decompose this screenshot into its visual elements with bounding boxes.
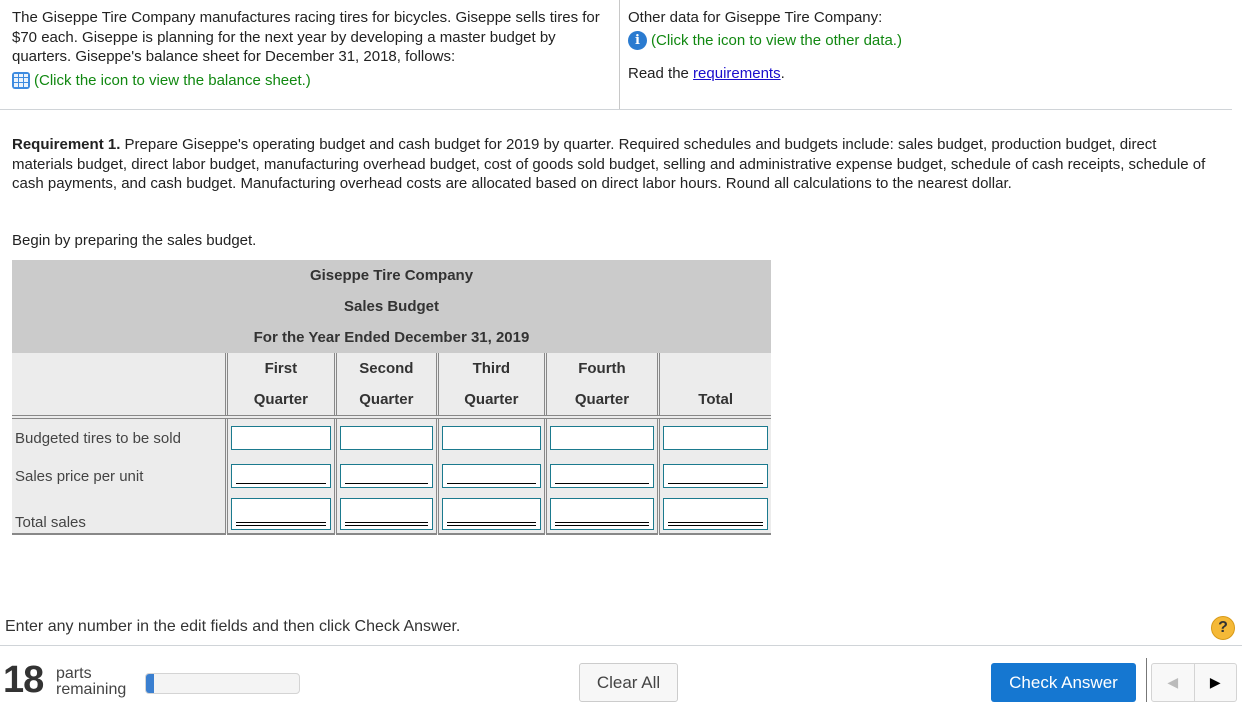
price-q1-input[interactable]	[231, 464, 331, 488]
intro-text: The Giseppe Tire Company manufactures ra…	[12, 9, 600, 65]
col-header-q3: Quarter	[436, 384, 546, 419]
footer-divider	[0, 645, 1242, 646]
table-grid-icon[interactable]	[12, 71, 30, 89]
read-prefix: Read the	[628, 65, 694, 82]
price-total-input[interactable]	[663, 464, 768, 488]
sales-q1-input[interactable]	[231, 498, 331, 530]
sales-q3-input[interactable]	[442, 498, 541, 530]
price-q4-input[interactable]	[549, 464, 655, 488]
help-icon[interactable]: ?	[1211, 616, 1235, 640]
table-row-tires: Budgeted tires to be sold	[12, 417, 771, 457]
table-row-total-sales: Total sales	[12, 495, 771, 535]
header-blank	[12, 353, 227, 384]
parts-label-line2: remaining	[56, 681, 127, 698]
col-header-q1-line1: First	[225, 353, 336, 384]
requirement-text: Requirement 1. Prepare Giseppe's operati…	[12, 135, 1212, 194]
footer-instruction: Enter any number in the edit fields and …	[5, 618, 461, 635]
other-data-panel: Other data for Giseppe Tire Company: i (…	[628, 8, 1228, 84]
check-answer-button[interactable]: Check Answer	[991, 663, 1136, 702]
requirement-body: Prepare Giseppe's operating budget and c…	[12, 136, 1206, 192]
tires-q2-input[interactable]	[339, 426, 434, 450]
row-label: Sales price per unit	[12, 457, 227, 495]
header-blank	[12, 384, 227, 419]
read-requirements: Read the requirements.	[628, 64, 1228, 84]
col-header-q2: Quarter	[333, 384, 438, 419]
begin-instruction: Begin by preparing the sales budget.	[12, 232, 257, 249]
question-nav: ◀ ▶	[1151, 663, 1237, 702]
other-data-title: Other data for Giseppe Tire Company:	[628, 9, 883, 26]
parts-label-line1: parts	[56, 665, 92, 682]
col-header-q3-line1: Third	[436, 353, 546, 384]
col-header-q4-line1: Fourth	[543, 353, 659, 384]
parts-remaining-label: parts remaining	[56, 666, 126, 698]
problem-header: The Giseppe Tire Company manufactures ra…	[0, 0, 1232, 110]
tires-total-input[interactable]	[663, 426, 768, 450]
parts-remaining-count: 18	[3, 659, 44, 701]
col-header-total: Total	[657, 384, 771, 419]
col-header-total-line1	[657, 353, 771, 384]
nav-separator	[1146, 658, 1147, 702]
other-data-link[interactable]: i (Click the icon to view the other data…	[628, 30, 1228, 51]
clear-all-button[interactable]: Clear All	[579, 663, 678, 702]
table-row-price: Sales price per unit	[12, 457, 771, 495]
progress-fill	[146, 674, 154, 693]
balance-sheet-link[interactable]: (Click the icon to view the balance shee…	[12, 71, 602, 91]
balance-sheet-link-text: (Click the icon to view the balance shee…	[34, 71, 311, 89]
col-header-q4: Quarter	[543, 384, 659, 419]
requirements-link[interactable]: requirements	[693, 65, 781, 82]
header-divider	[619, 0, 620, 109]
sales-q4-input[interactable]	[549, 498, 655, 530]
read-suffix: .	[780, 65, 785, 82]
requirement-label: Requirement 1.	[12, 136, 121, 153]
tires-q3-input[interactable]	[442, 426, 541, 450]
info-icon[interactable]: i	[628, 30, 647, 50]
tires-q4-input[interactable]	[549, 426, 655, 450]
previous-arrow-icon[interactable]: ◀	[1152, 664, 1195, 701]
row-label: Budgeted tires to be sold	[12, 417, 227, 457]
budget-period: For the Year Ended December 31, 2019	[253, 329, 530, 346]
row-label: Total sales	[12, 495, 227, 535]
col-header-q2-line1: Second	[333, 353, 438, 384]
next-arrow-icon[interactable]: ▶	[1195, 664, 1237, 701]
sales-total-input[interactable]	[663, 498, 768, 530]
price-q2-input[interactable]	[339, 464, 434, 488]
other-data-link-text: (Click the icon to view the other data.)	[651, 31, 902, 49]
tires-q1-input[interactable]	[231, 426, 331, 450]
sales-q2-input[interactable]	[339, 498, 434, 530]
company-name: Giseppe Tire Company	[309, 267, 474, 284]
sales-budget-table: Giseppe Tire Company Sales Budget For th…	[12, 260, 771, 535]
budget-title: Sales Budget	[343, 298, 440, 315]
price-q3-input[interactable]	[442, 464, 541, 488]
col-header-q1: Quarter	[225, 384, 336, 419]
progress-bar	[145, 673, 300, 694]
intro-panel: The Giseppe Tire Company manufactures ra…	[12, 8, 602, 90]
